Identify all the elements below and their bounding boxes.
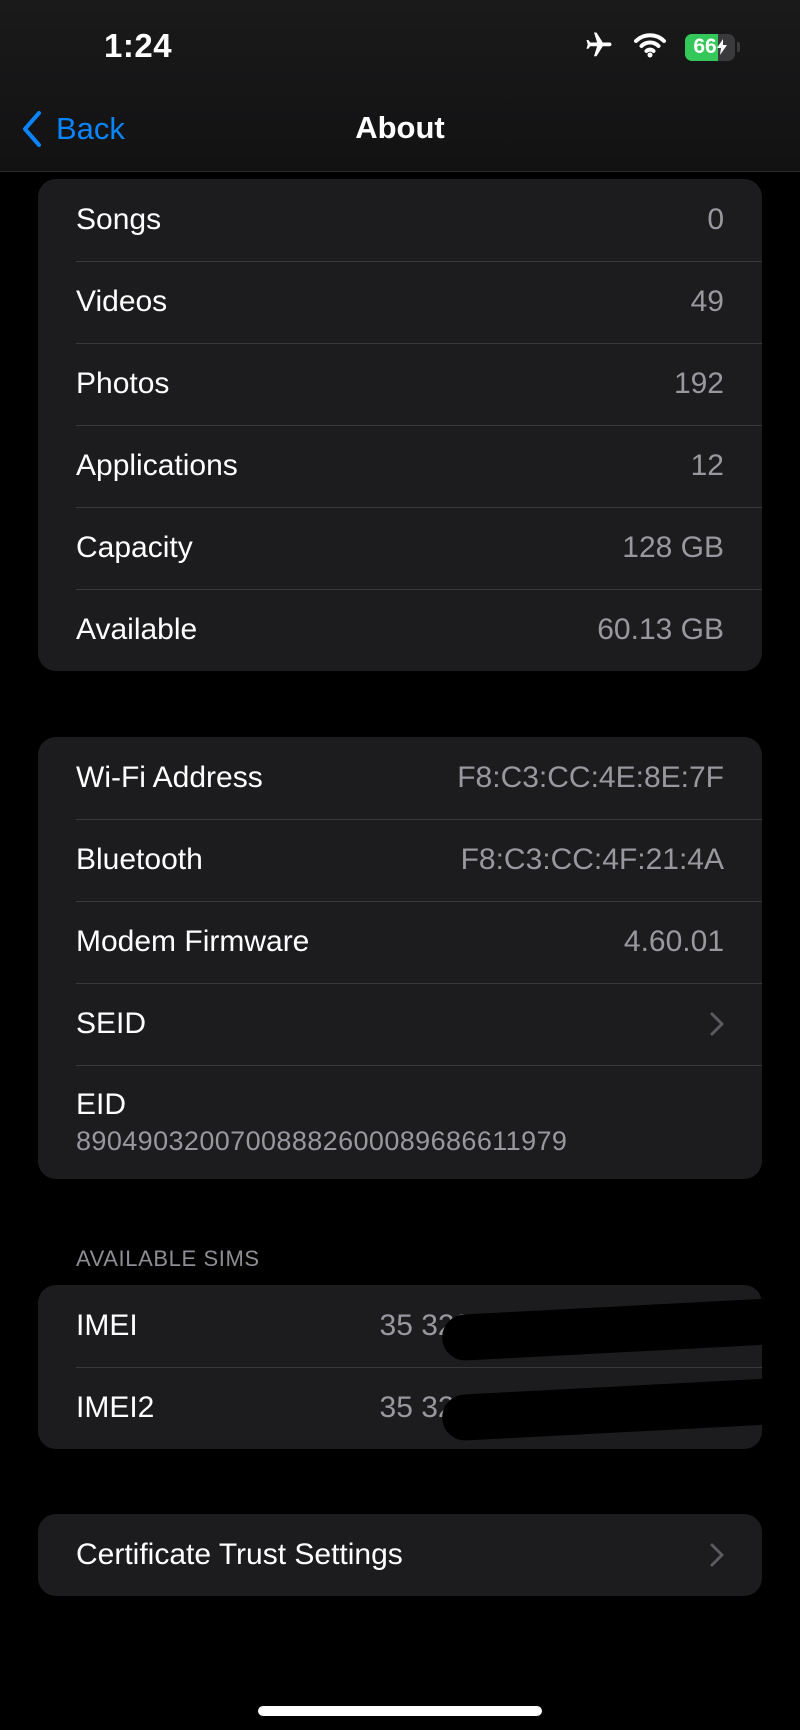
row-value: 0	[707, 203, 724, 236]
row-label: EID	[76, 1087, 127, 1121]
row-label: Certificate Trust Settings	[76, 1538, 403, 1571]
row-label: Capacity	[76, 531, 193, 564]
row-label: Wi-Fi Address	[76, 761, 263, 794]
wifi-icon	[633, 32, 667, 63]
row-value: F8:C3:CC:4E:8E:7F	[457, 761, 724, 794]
row-seid[interactable]: SEID	[38, 983, 762, 1065]
sims-group: IMEI 35 3281 IMEI2 35 3281	[38, 1285, 762, 1449]
chevron-right-icon	[710, 1012, 724, 1036]
row-label: IMEI2	[76, 1391, 155, 1424]
row-available: Available 60.13 GB	[38, 589, 762, 671]
home-indicator[interactable]	[258, 1706, 542, 1716]
battery-cap	[737, 42, 740, 52]
row-label: IMEI	[76, 1309, 138, 1342]
redaction-mark	[441, 1378, 762, 1442]
row-value: 12	[690, 449, 724, 482]
row-bluetooth: Bluetooth F8:C3:CC:4F:21:4A	[38, 819, 762, 901]
page-title: About	[355, 110, 445, 145]
airplane-icon	[583, 30, 615, 65]
row-eid: EID 89049032007008882600089686611979	[38, 1065, 762, 1179]
section-header-available-sims: AVAILABLE SIMS	[76, 1246, 260, 1271]
row-value: F8:C3:CC:4F:21:4A	[460, 843, 724, 876]
row-label: Bluetooth	[76, 843, 203, 876]
row-imei: IMEI 35 3281	[38, 1285, 762, 1367]
row-value: 49	[690, 285, 724, 318]
row-label: SEID	[76, 1007, 147, 1040]
row-videos: Videos 49	[38, 261, 762, 343]
battery-percent-text: 66	[693, 35, 717, 58]
row-value: 60.13 GB	[597, 613, 724, 646]
row-label: Songs	[76, 203, 162, 236]
row-photos: Photos 192	[38, 343, 762, 425]
network-group: Wi-Fi Address F8:C3:CC:4E:8E:7F Bluetoot…	[38, 737, 762, 1179]
row-capacity: Capacity 128 GB	[38, 507, 762, 589]
row-wifi-address: Wi-Fi Address F8:C3:CC:4E:8E:7F	[38, 737, 762, 819]
chevron-right-icon	[710, 1543, 724, 1567]
row-applications: Applications 12	[38, 425, 762, 507]
redaction-mark	[441, 1298, 762, 1362]
row-modem-firmware: Modem Firmware 4.60.01	[38, 901, 762, 983]
status-time: 1:24	[104, 27, 173, 64]
battery-percent: 66	[685, 34, 735, 61]
bolt-icon	[716, 39, 727, 55]
media-group: Songs 0 Videos 49 Photos 192 Application…	[38, 179, 762, 671]
row-label: Videos	[76, 285, 168, 318]
certificate-trust-settings-row[interactable]: Certificate Trust Settings	[38, 1514, 762, 1596]
row-songs: Songs 0	[38, 179, 762, 261]
row-label: Modem Firmware	[76, 925, 310, 958]
row-value: 192	[673, 367, 724, 400]
status-icons: 66	[565, 32, 740, 62]
row-imei2: IMEI2 35 3281	[38, 1367, 762, 1449]
battery-charging-icon: 66	[685, 33, 735, 61]
header: 1:24 66 Back About	[0, 0, 800, 172]
eid-value: 89049032007008882600089686611979	[76, 1125, 568, 1156]
row-label: Applications	[76, 449, 238, 482]
certificate-group: Certificate Trust Settings	[38, 1514, 762, 1596]
row-value: 4.60.01	[623, 925, 724, 958]
row-label: Available	[76, 613, 198, 646]
row-value: 128 GB	[622, 531, 724, 564]
row-label: Photos	[76, 367, 170, 400]
